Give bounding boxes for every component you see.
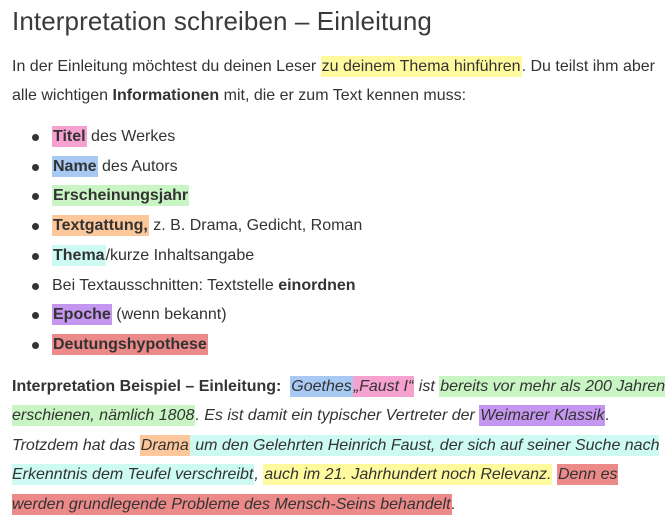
list-item: Bei Textausschnitten: Textstelle einordn… — [30, 271, 659, 301]
item-keyword: Thema — [52, 244, 106, 266]
intro-text: mit, die er zum Text kennen muss: — [219, 87, 467, 104]
example-paragraph: Interpretation Beispiel – Einleitung: Go… — [12, 372, 667, 520]
article: Interpretation schreiben – Einleitung In… — [0, 0, 666, 519]
item-text: z. B. Drama, Gedicht, Roman — [148, 217, 363, 235]
example-text: ist — [414, 377, 440, 395]
item-keyword: Name — [52, 155, 98, 177]
item-text: des Werkes — [86, 128, 176, 145]
item-keyword: Deutungshypothese — [52, 333, 208, 355]
item-keyword: Erscheinungsjahr — [52, 185, 190, 207]
item-text: (wenn bekannt) — [111, 306, 227, 324]
list-item: Deutungshypothese — [30, 330, 659, 360]
intro-paragraph: In der Einleitung möchtest du deinen Les… — [12, 52, 662, 110]
list-item: Thema/kurze Inhaltsangabe — [30, 241, 659, 271]
list-item: Titel des Werkes — [30, 122, 659, 152]
list-item: Erscheinungsjahr — [30, 181, 659, 211]
item-keyword: Titel — [52, 126, 87, 147]
intro-highlight: zu deinem Thema hinführen — [320, 56, 522, 77]
example-text: . — [451, 495, 456, 513]
checklist: Titel des Werkes Name des Autors Erschei… — [12, 122, 659, 360]
page-title: Interpretation schreiben – Einleitung — [12, 6, 432, 36]
example-work-title: „Faust I“ — [352, 375, 415, 397]
example-genre: Drama — [139, 434, 190, 456]
item-text: Bei Textausschnitten: Textstelle — [52, 276, 279, 294]
example-text: . Es ist damit ein typischer Vertreter d… — [195, 407, 480, 425]
intro-bold: Informationen — [112, 87, 220, 104]
list-item: Epoche (wenn bekannt) — [30, 300, 659, 330]
list-item: Name des Autors — [30, 152, 659, 182]
example-label: Interpretation Beispiel – Einleitung: — [12, 377, 282, 395]
intro-text: In der Einleitung möchtest du deinen Les… — [12, 58, 321, 75]
item-keyword: einordnen — [278, 276, 356, 294]
item-keyword: Epoche — [52, 304, 112, 326]
item-keyword: Textgattung, — [52, 215, 149, 237]
item-text: /kurze Inhaltsangabe — [105, 246, 255, 264]
example-author: Goethes — [290, 375, 353, 397]
example-epoch: Weimarer Klassik — [479, 405, 606, 427]
list-item: Textgattung, z. B. Drama, Gedicht, Roman — [30, 211, 659, 241]
example-text: , — [254, 466, 264, 484]
item-text: des Autors — [97, 157, 178, 175]
example-relevance: auch im 21. Jahrhundert noch Relevanz. — [263, 464, 553, 486]
